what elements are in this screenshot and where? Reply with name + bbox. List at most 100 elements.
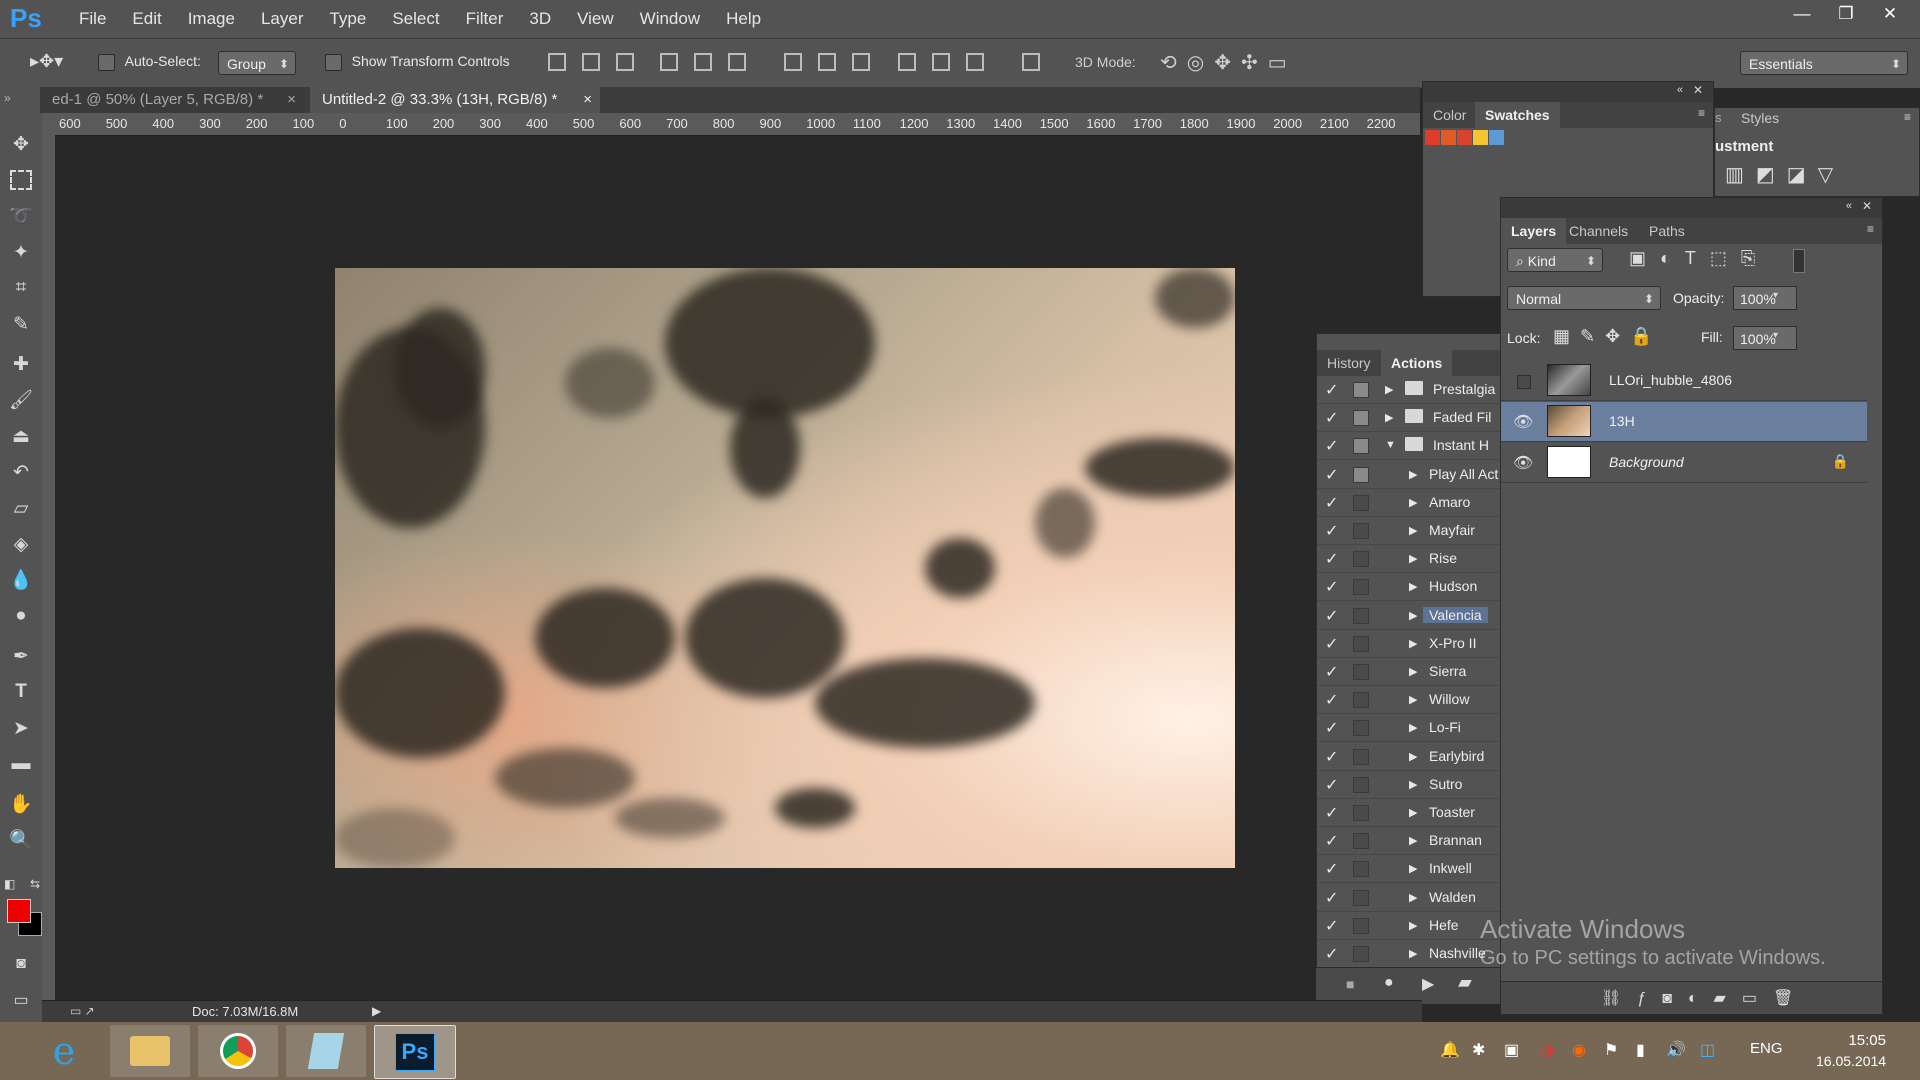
distribute-right-icon[interactable] (966, 53, 984, 71)
expand-closed-icon[interactable]: ▶ (1409, 750, 1417, 763)
record-icon[interactable]: ● (1384, 974, 1394, 992)
action-row[interactable]: ✓ ▶ Mayfair (1317, 517, 1501, 545)
tab-swatches[interactable]: Swatches (1475, 102, 1560, 128)
expand-open-icon[interactable]: ▼ (1385, 439, 1396, 451)
eraser-tool-icon[interactable]: ▱ (8, 495, 34, 521)
dialog-toggle[interactable] (1353, 917, 1369, 934)
blend-mode-dropdown[interactable]: Normal (1507, 286, 1661, 311)
rectangle-tool-icon[interactable]: ▬ (8, 751, 34, 777)
align-bottom-icon[interactable] (616, 53, 634, 71)
tab-layers[interactable]: Layers (1501, 218, 1567, 244)
action-row[interactable]: ✓ ▶ Walden (1317, 884, 1501, 912)
expand-closed-icon[interactable]: ▶ (1409, 919, 1417, 932)
tab-color[interactable]: Color (1423, 102, 1476, 128)
expand-closed-icon[interactable]: ▶ (1409, 806, 1417, 819)
tab-paths[interactable]: Paths (1639, 218, 1695, 244)
check-icon[interactable]: ✓ (1325, 634, 1338, 654)
layer-row[interactable]: 👁 13H (1501, 402, 1867, 442)
tray-app-icon[interactable]: ◉ (1572, 1040, 1586, 1060)
new-set-icon[interactable]: ▰ (1458, 972, 1472, 993)
move-tool-preset-icon[interactable]: ▸✥▾ (30, 51, 63, 72)
dialog-toggle[interactable] (1353, 438, 1369, 455)
action-row[interactable]: ✓ ▶ Inkwell (1317, 855, 1501, 884)
lasso-tool-icon[interactable]: ➰ (8, 203, 34, 229)
dialog-toggle[interactable] (1353, 889, 1369, 906)
move-tool-icon[interactable]: ✥ (8, 131, 34, 157)
action-set-row[interactable]: ✓ ▼ Instant H (1317, 432, 1501, 461)
distribute-left-icon[interactable] (898, 53, 916, 71)
blur-tool-icon[interactable]: 💧 (8, 567, 34, 593)
app-tray-icon[interactable]: ▣ (1504, 1040, 1519, 1060)
notification-icon[interactable]: 🔔 (1440, 1040, 1460, 1060)
doc-tab-2[interactable]: Untitled-2 @ 33.3% (13H, RGB/8) * × (310, 87, 600, 113)
eyedropper-tool-icon[interactable]: ✎ (8, 311, 34, 337)
type-tool-icon[interactable]: T (8, 679, 34, 705)
check-icon[interactable]: ✓ (1325, 521, 1338, 541)
dialog-toggle[interactable] (1353, 833, 1369, 850)
color-swatch[interactable] (1425, 130, 1440, 145)
close-tab-icon[interactable]: × (583, 87, 592, 113)
check-icon[interactable]: ✓ (1325, 662, 1338, 682)
check-icon[interactable]: ✓ (1325, 888, 1338, 908)
clone-stamp-tool-icon[interactable]: ⏏ (8, 423, 34, 449)
check-icon[interactable]: ✓ (1325, 718, 1338, 738)
check-icon[interactable]: ✓ (1325, 436, 1338, 456)
layer-actions-icons[interactable]: ⛓ƒ◙◐▰▭🗑 (1601, 988, 1809, 1008)
tab-channels[interactable]: Channels (1559, 218, 1638, 244)
dialog-toggle[interactable] (1353, 664, 1369, 680)
expand-closed-icon[interactable]: ▶ (1409, 552, 1417, 565)
color-swatch[interactable] (1489, 130, 1504, 145)
expand-closed-icon[interactable]: ▶ (1409, 891, 1417, 904)
menu-item[interactable]: Layer (248, 9, 317, 29)
dialog-toggle[interactable] (1353, 579, 1369, 596)
action-row[interactable]: ✓ ▶ Play All Act (1317, 461, 1501, 489)
crop-tool-icon[interactable]: ⌗ (8, 275, 34, 301)
distribute-vcenter-icon[interactable] (818, 53, 836, 71)
visibility-eye-icon[interactable]: 👁 (1513, 412, 1535, 431)
opacity-field[interactable]: 100% (1733, 286, 1797, 310)
action-row[interactable]: ✓ ▶ Earlybird (1317, 743, 1501, 771)
expand-closed-icon[interactable]: ▶ (1409, 778, 1417, 791)
align-left-icon[interactable] (660, 53, 678, 71)
dialog-toggle[interactable] (1353, 382, 1369, 398)
visibility-toggle[interactable] (1517, 375, 1531, 389)
action-row[interactable]: ✓ ▶ Toaster (1317, 799, 1501, 827)
expand-closed-icon[interactable]: ▶ (1385, 411, 1393, 424)
dialog-toggle[interactable] (1353, 692, 1369, 709)
menu-item[interactable]: Image (175, 9, 248, 29)
workspace-dropdown[interactable]: Essentials (1740, 51, 1908, 76)
action-row[interactable]: ✓ ▶ Brannan (1317, 827, 1501, 856)
check-icon[interactable]: ✓ (1325, 859, 1338, 879)
paint-bucket-tool-icon[interactable]: ◈ (8, 531, 34, 557)
default-colors-icon[interactable]: ◧ (4, 877, 15, 891)
distribute-bottom-icon[interactable] (852, 53, 870, 71)
tab-history[interactable]: History (1317, 350, 1381, 376)
expand-closed-icon[interactable]: ▶ (1385, 383, 1393, 396)
panel-menu-icon[interactable]: ≡ (1867, 222, 1874, 236)
dodge-tool-icon[interactable]: ● (8, 603, 34, 629)
foreground-color-swatch[interactable] (7, 899, 31, 923)
panel-close-icon[interactable]: ✕ (1862, 199, 1872, 213)
action-set-row[interactable]: ✓ ▶ Prestalgia (1317, 376, 1501, 404)
panel-menu-icon[interactable]: ≡ (1904, 110, 1911, 124)
dialog-toggle[interactable] (1353, 861, 1369, 878)
action-set-row[interactable]: ✓ ▶ Faded Fil (1317, 404, 1501, 433)
pen-tool-icon[interactable]: ✒ (8, 643, 34, 669)
quick-mask-icon[interactable]: ◙ (8, 951, 34, 977)
menu-item[interactable]: Help (713, 9, 774, 29)
filter-toggle[interactable] (1793, 249, 1805, 273)
dialog-toggle[interactable] (1353, 551, 1369, 568)
clock[interactable]: 15:05 16.05.2014 (1816, 1032, 1886, 1069)
check-icon[interactable]: ✓ (1325, 549, 1338, 569)
align-hcenter-icon[interactable] (694, 53, 712, 71)
check-icon[interactable]: ✓ (1325, 493, 1338, 513)
dialog-toggle[interactable] (1353, 466, 1369, 483)
magic-wand-tool-icon[interactable]: ✦ (8, 239, 34, 265)
dialog-toggle[interactable] (1353, 776, 1369, 793)
tab-styles[interactable]: Styles (1741, 110, 1779, 126)
check-icon[interactable]: ✓ (1325, 606, 1338, 626)
show-transform-checkbox[interactable] (325, 54, 342, 72)
lock-icons[interactable]: ▦✎✥🔒 (1553, 326, 1663, 347)
dialog-toggle[interactable] (1353, 720, 1369, 737)
expand-closed-icon[interactable]: ▶ (1409, 693, 1417, 706)
